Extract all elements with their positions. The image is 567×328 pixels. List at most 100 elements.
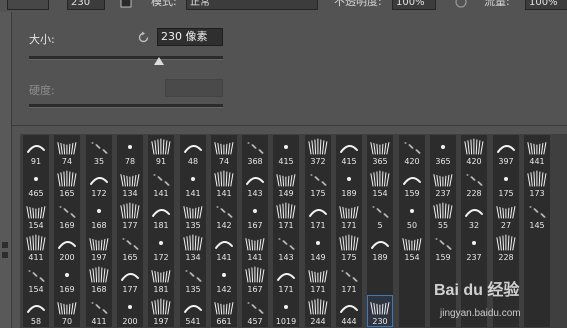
brush-preset-70[interactable]: 168 <box>86 263 112 295</box>
brush-preset-57[interactable]: 141 <box>211 231 237 263</box>
brush-preset-89[interactable]: 197 <box>148 295 174 327</box>
brush-preset-20[interactable]: 134 <box>117 167 143 199</box>
brush-preset-28[interactable]: 154 <box>367 167 393 199</box>
brush-preset-50[interactable]: 145 <box>524 199 550 231</box>
brush-preset-22[interactable]: 141 <box>180 167 206 199</box>
brush-preset-1[interactable]: 74 <box>54 135 80 167</box>
brush-preset-60[interactable]: 149 <box>305 231 331 263</box>
flow-field[interactable]: 100% <box>525 0 567 10</box>
brush-preset-36[interactable]: 168 <box>86 199 112 231</box>
brush-preset-31[interactable]: 228 <box>461 167 487 199</box>
brush-preset-12[interactable]: 420 <box>399 135 425 167</box>
brush-preset-14[interactable]: 420 <box>461 135 487 167</box>
brush-preset-35[interactable]: 169 <box>54 199 80 231</box>
brush-preset-16[interactable]: 441 <box>524 135 550 167</box>
brush-preset-52[interactable]: 200 <box>54 231 80 263</box>
size-slider-track[interactable] <box>29 56 223 60</box>
brush-preset-93[interactable]: 1019 <box>273 295 299 327</box>
brush-preset-7[interactable]: 368 <box>242 135 268 167</box>
brush-preset-73[interactable]: 135 <box>180 263 206 295</box>
brush-preset-71[interactable]: 177 <box>117 263 143 295</box>
brush-size-value[interactable]: 230 <box>67 0 105 10</box>
brush-preset-8[interactable]: 415 <box>273 135 299 167</box>
brush-preset-47[interactable]: 55 <box>430 199 456 231</box>
brush-preset-18[interactable]: 165 <box>54 167 80 199</box>
brush-preset-46[interactable]: 50 <box>399 199 425 231</box>
brush-panel-toggle-icon[interactable] <box>120 0 132 8</box>
brush-preset-68[interactable]: 154 <box>23 263 49 295</box>
preset-cell-empty[interactable] <box>524 231 550 263</box>
brush-preset-78[interactable]: 171 <box>336 263 362 295</box>
brush-preset-66[interactable]: 228 <box>493 231 519 263</box>
brush-preset-5[interactable]: 48 <box>180 135 206 167</box>
brush-preset-87[interactable]: 411 <box>86 295 112 327</box>
brush-preset-96[interactable]: 230 <box>367 295 393 327</box>
brush-preset-32[interactable]: 175 <box>493 167 519 199</box>
brush-preset-21[interactable]: 141 <box>148 167 174 199</box>
brush-preset-3[interactable]: 78 <box>117 135 143 167</box>
brush-preset-15[interactable]: 397 <box>493 135 519 167</box>
brush-preset-11[interactable]: 365 <box>367 135 393 167</box>
brush-preset-19[interactable]: 172 <box>86 167 112 199</box>
size-input[interactable]: 230 像素 <box>157 28 223 46</box>
brush-preset-44[interactable]: 171 <box>336 199 362 231</box>
brush-preset-0[interactable]: 91 <box>23 135 49 167</box>
brush-preset-10[interactable]: 415 <box>336 135 362 167</box>
brush-preset-59[interactable]: 143 <box>273 231 299 263</box>
brush-preset-6[interactable]: 74 <box>211 135 237 167</box>
brush-preset-37[interactable]: 177 <box>117 199 143 231</box>
brush-preset-64[interactable]: 159 <box>430 231 456 263</box>
brush-preset-51[interactable]: 411 <box>23 231 49 263</box>
preset-cell-empty[interactable] <box>399 263 425 295</box>
brush-preset-40[interactable]: 142 <box>211 199 237 231</box>
brush-preset-86[interactable]: 70 <box>54 295 80 327</box>
brush-preset-74[interactable]: 142 <box>211 263 237 295</box>
brush-preset-75[interactable]: 167 <box>242 263 268 295</box>
brush-preset-88[interactable]: 200 <box>117 295 143 327</box>
opacity-field[interactable]: 100% <box>392 0 436 10</box>
brush-preset-23[interactable]: 141 <box>211 167 237 199</box>
brush-preset-49[interactable]: 27 <box>493 199 519 231</box>
brush-preset-90[interactable]: 541 <box>180 295 206 327</box>
brush-preset-33[interactable]: 173 <box>524 167 550 199</box>
brush-preset-92[interactable]: 457 <box>242 295 268 327</box>
brush-preset-27[interactable]: 189 <box>336 167 362 199</box>
brush-preset-77[interactable]: 171 <box>305 263 331 295</box>
brush-preset-picker[interactable] <box>7 0 49 10</box>
mode-select[interactable]: 正常 <box>186 0 318 10</box>
brush-preset-65[interactable]: 237 <box>461 231 487 263</box>
brush-preset-54[interactable]: 165 <box>117 231 143 263</box>
brush-preset-69[interactable]: 169 <box>54 263 80 295</box>
brush-preset-38[interactable]: 181 <box>148 199 174 231</box>
brush-preset-39[interactable]: 135 <box>180 199 206 231</box>
brush-preset-58[interactable]: 141 <box>242 231 268 263</box>
brush-preset-26[interactable]: 175 <box>305 167 331 199</box>
brush-preset-34[interactable]: 154 <box>23 199 49 231</box>
brush-preset-9[interactable]: 372 <box>305 135 331 167</box>
brush-preset-24[interactable]: 143 <box>242 167 268 199</box>
pressure-opacity-icon[interactable] <box>455 0 467 8</box>
brush-preset-61[interactable]: 175 <box>336 231 362 263</box>
brush-preset-29[interactable]: 159 <box>399 167 425 199</box>
brush-preset-2[interactable]: 35 <box>86 135 112 167</box>
brush-preset-17[interactable]: 465 <box>23 167 49 199</box>
brush-preset-72[interactable]: 181 <box>148 263 174 295</box>
brush-preset-43[interactable]: 171 <box>305 199 331 231</box>
brush-preset-13[interactable]: 365 <box>430 135 456 167</box>
brush-preset-91[interactable]: 661 <box>211 295 237 327</box>
brush-preset-48[interactable]: 32 <box>461 199 487 231</box>
brush-preset-30[interactable]: 237 <box>430 167 456 199</box>
brush-preset-55[interactable]: 172 <box>148 231 174 263</box>
brush-preset-95[interactable]: 444 <box>336 295 362 327</box>
brush-preset-53[interactable]: 197 <box>86 231 112 263</box>
brush-preset-76[interactable]: 171 <box>273 263 299 295</box>
brush-preset-94[interactable]: 244 <box>305 295 331 327</box>
brush-preset-56[interactable]: 134 <box>180 231 206 263</box>
size-slider-thumb[interactable] <box>153 57 164 65</box>
brush-preset-25[interactable]: 149 <box>273 167 299 199</box>
brush-preset-62[interactable]: 189 <box>367 231 393 263</box>
brush-preset-63[interactable]: 154 <box>399 231 425 263</box>
reset-size-icon[interactable] <box>137 31 150 44</box>
preset-cell-empty[interactable] <box>367 263 393 295</box>
brush-preset-45[interactable]: 5 <box>367 199 393 231</box>
